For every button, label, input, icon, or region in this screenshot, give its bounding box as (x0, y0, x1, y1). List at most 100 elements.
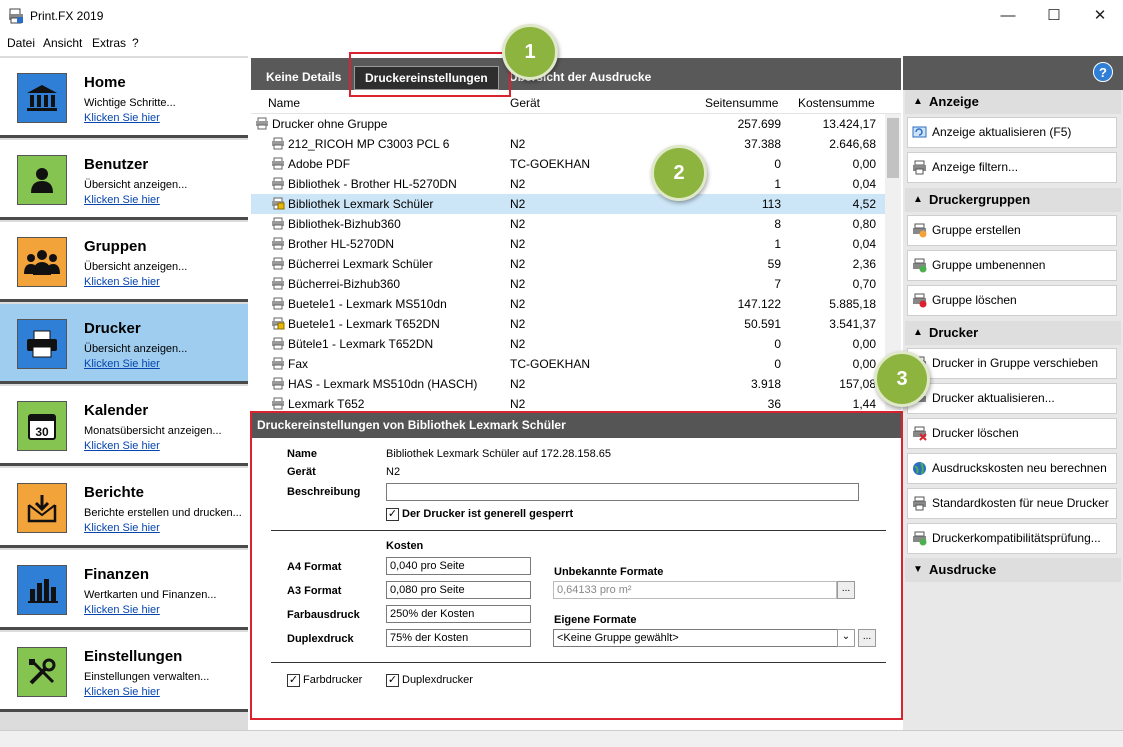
row-cost: 0,00 (852, 157, 876, 171)
refresh-view-button[interactable]: Anzeige aktualisieren (F5) (907, 117, 1117, 148)
printer-locked-icon (272, 197, 285, 210)
nav-item-finanzen[interactable]: Finanzen Wertkarten und Finanzen... Klic… (0, 550, 248, 630)
user-icon (17, 155, 67, 205)
row-name: Bibliothek-Bizhub360 (288, 217, 401, 231)
section-ausdrucke[interactable]: ▼ Ausdrucke (905, 558, 1121, 582)
create-group-button[interactable]: Gruppe erstellen (907, 215, 1117, 246)
menu-extras[interactable]: Extras (92, 36, 126, 50)
close-button[interactable]: ✕ (1077, 0, 1123, 32)
nav-link[interactable]: Klicken Sie hier (84, 686, 160, 698)
column-header-device[interactable]: Gerät (510, 96, 540, 110)
row-pages: 8 (774, 217, 781, 231)
nav-item-benutzer[interactable]: Benutzer Übersicht anzeigen... Klicken S… (0, 140, 248, 220)
column-header-pages[interactable]: Seitensumme (705, 96, 778, 110)
nav-item-gruppen[interactable]: Gruppen Übersicht anzeigen... Klicken Si… (0, 222, 248, 302)
row-device: N2 (510, 337, 526, 351)
recalculate-costs-button[interactable]: Ausdruckskosten neu berechnen (907, 453, 1117, 484)
row-name: Fax (288, 357, 309, 371)
maximize-button[interactable]: ☐ (1031, 0, 1077, 32)
nav-link[interactable]: Klicken Sie hier (84, 112, 160, 124)
nav-item-einstellungen[interactable]: Einstellungen Einstellungen verwalten...… (0, 632, 248, 712)
row-device: TC-GOEKHAN (510, 157, 591, 171)
row-cost: 0,70 (852, 277, 876, 291)
menu-datei[interactable]: Datei (7, 36, 35, 50)
delete-printer-button[interactable]: Drucker löschen (907, 418, 1117, 449)
row-cost: 2,36 (852, 257, 876, 271)
table-row[interactable]: Bücherrei Lexmark Schüler N2 59 2,36 (251, 254, 885, 274)
printer-icon (272, 217, 284, 230)
move-printer-button[interactable]: Drucker in Gruppe verschieben (907, 348, 1117, 379)
table-row[interactable]: Drucker ohne Gruppe 257.699 13.424,17 (251, 114, 885, 134)
nav-link[interactable]: Klicken Sie hier (84, 276, 160, 288)
table-row[interactable]: Bibliothek-Bizhub360 N2 8 0,80 (251, 214, 885, 234)
nav-item-drucker[interactable]: Drucker Übersicht anzeigen... Klicken Si… (0, 304, 248, 384)
row-cost: 0,00 (852, 337, 876, 351)
nav-link[interactable]: Klicken Sie hier (84, 440, 160, 452)
section-anzeige[interactable]: ▲ Anzeige (905, 90, 1121, 114)
action-panel: ? ▲ Anzeige Anzeige aktualisieren (F5) An… (903, 56, 1123, 730)
default-costs-button[interactable]: Standardkosten für neue Drucker (907, 488, 1117, 519)
delete-group-button[interactable]: Gruppe löschen (907, 285, 1117, 316)
highlight-settings-panel (250, 411, 903, 720)
rename-group-button[interactable]: Gruppe umbenennen (907, 250, 1117, 281)
nav-item-berichte[interactable]: Berichte Berichte erstellen und drucken.… (0, 468, 248, 548)
button-label: Anzeige filtern... (932, 160, 1019, 174)
nav-item-kalender[interactable]: 30 Kalender Monatsübersicht anzeigen... … (0, 386, 248, 466)
row-cost: 2.646,68 (829, 137, 876, 151)
table-row[interactable]: Bütele1 - Lexmark T652DN N2 0 0,00 (251, 334, 885, 354)
nav-title: Drucker (84, 320, 141, 337)
nav-item-home[interactable]: Home Wichtige Schritte... Klicken Sie hi… (0, 58, 248, 138)
nav-link[interactable]: Klicken Sie hier (84, 522, 160, 534)
button-label: Standardkosten für neue Drucker (932, 496, 1109, 510)
table-row[interactable]: HAS - Lexmark MS510dn (HASCH) N2 3.918 157,… (251, 374, 885, 394)
nav-title: Kalender (84, 402, 149, 419)
filter-view-button[interactable]: Anzeige filtern... (907, 152, 1117, 183)
button-label: Drucker in Gruppe verschieben (932, 356, 1099, 370)
row-name: Lexmark T652 (288, 397, 365, 410)
tab-keine-details[interactable]: Keine Details (266, 66, 341, 90)
nav-desc: Berichte erstellen und drucken... (84, 507, 242, 519)
refresh-printer-button[interactable]: Drucker aktualisieren... (907, 383, 1117, 414)
column-header-name[interactable]: Name (268, 96, 300, 110)
chevron-up-icon: ▲ (913, 96, 923, 107)
nav-desc: Wichtige Schritte... (84, 97, 176, 109)
printer-icon (272, 137, 284, 150)
table-row[interactable]: Buetele1 - Lexmark T652DN N2 50.591 3.541,3… (251, 314, 885, 334)
column-header-cost[interactable]: Kostensumme (798, 96, 875, 110)
row-device: N2 (510, 317, 526, 331)
table-row[interactable]: Brother HL-5270DN N2 1 0,04 (251, 234, 885, 254)
help-icon[interactable]: ? (1093, 62, 1113, 82)
nav-link[interactable]: Klicken Sie hier (84, 604, 160, 616)
nav-title: Einstellungen (84, 648, 183, 665)
printer-icon (913, 496, 926, 511)
nav-link[interactable]: Klicken Sie hier (84, 358, 160, 370)
section-title: Anzeige (929, 94, 979, 109)
minimize-button[interactable]: — (985, 0, 1031, 32)
scrollbar-thumb[interactable] (887, 118, 899, 178)
table-row[interactable]: Lexmark T652 N2 36 1,44 (251, 394, 885, 410)
menu-help[interactable]: ? (132, 36, 139, 50)
table-row[interactable]: Buetele1 - Lexmark MS510dn N2 147.122 5.885… (251, 294, 885, 314)
table-row[interactable]: Bibliothek Lexmark Schüler N2 113 4,52 (251, 194, 885, 214)
row-device: N2 (510, 257, 526, 271)
row-device: N2 (510, 277, 526, 291)
nav-desc: Übersicht anzeigen... (84, 179, 188, 191)
nav-desc: Übersicht anzeigen... (84, 261, 188, 273)
bar-chart-icon (17, 565, 67, 615)
row-pages: 37.388 (744, 137, 781, 151)
table-row[interactable]: 212_RICOH MP C3003 PCL 6 N2 37.388 2.646,68 (251, 134, 885, 154)
table-row[interactable]: Bücherrei-Bizhub360 N2 7 0,70 (251, 274, 885, 294)
row-name: Buetele1 - Lexmark MS510dn (288, 297, 447, 311)
table-row[interactable]: Fax TC-GOEKHAN 0 0,00 (251, 354, 885, 374)
nav-link[interactable]: Klicken Sie hier (84, 194, 160, 206)
section-drucker[interactable]: ▲ Drucker (905, 321, 1121, 345)
row-name: HAS - Lexmark MS510dn (HASCH) (288, 377, 478, 391)
row-name: 212_RICOH MP C3003 PCL 6 (288, 137, 450, 151)
table-row[interactable]: Adobe PDF TC-GOEKHAN 0 0,00 (251, 154, 885, 174)
nav-desc: Übersicht anzeigen... (84, 343, 188, 355)
table-row[interactable]: Bibliothek - Brother HL-5270DN N2 1 0,04 (251, 174, 885, 194)
compatibility-check-button[interactable]: Druckerkompatibilitätsprüfung... (907, 523, 1117, 554)
menu-ansicht[interactable]: Ansicht (43, 36, 82, 50)
row-pages: 3.918 (750, 377, 781, 391)
section-druckergruppen[interactable]: ▲ Druckergruppen (905, 188, 1121, 212)
